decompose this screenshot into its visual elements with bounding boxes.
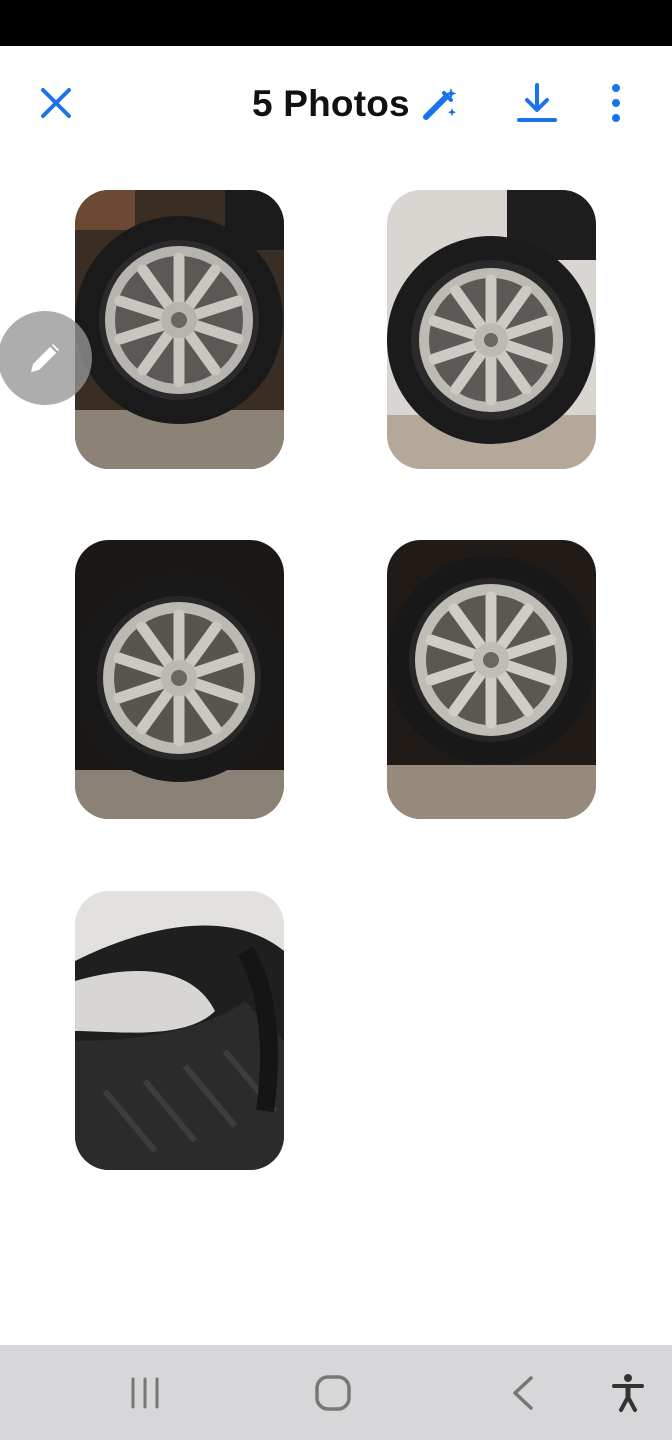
- download-button[interactable]: [510, 76, 564, 130]
- back-button[interactable]: [492, 1367, 552, 1419]
- pencil-icon: [31, 344, 59, 372]
- close-icon: [41, 88, 71, 118]
- photo-thumbnail[interactable]: [387, 540, 596, 819]
- edit-fab[interactable]: [0, 311, 92, 405]
- status-bar: [0, 0, 672, 46]
- accessibility-icon: [612, 1374, 644, 1412]
- photo-thumbnail[interactable]: [75, 891, 284, 1170]
- wheel-photo: [75, 190, 284, 469]
- system-navigation-bar: [0, 1345, 672, 1440]
- wheel-photo: [387, 190, 596, 469]
- header: 5 Photos: [0, 46, 672, 160]
- photo-thumbnail[interactable]: [75, 190, 284, 469]
- back-icon: [513, 1376, 533, 1410]
- title-group: 5 Photos: [252, 79, 462, 129]
- accessibility-button[interactable]: [598, 1367, 658, 1419]
- wheel-photo: [75, 540, 284, 819]
- more-options-button[interactable]: [596, 76, 636, 130]
- magic-pen-icon: [422, 88, 457, 120]
- home-icon: [315, 1375, 351, 1411]
- download-icon: [517, 83, 557, 122]
- close-button[interactable]: [30, 77, 82, 129]
- recents-button[interactable]: [115, 1367, 175, 1419]
- home-button[interactable]: [303, 1367, 363, 1419]
- ai-edit-button[interactable]: [418, 82, 462, 126]
- wheel-photo: [387, 540, 596, 819]
- page-title: 5 Photos: [252, 83, 410, 124]
- photo-thumbnail[interactable]: [75, 540, 284, 819]
- recents-icon: [131, 1377, 159, 1409]
- photo-thumbnail[interactable]: [387, 190, 596, 469]
- more-vertical-icon: [612, 84, 620, 122]
- tire-tread-photo: [75, 891, 284, 1170]
